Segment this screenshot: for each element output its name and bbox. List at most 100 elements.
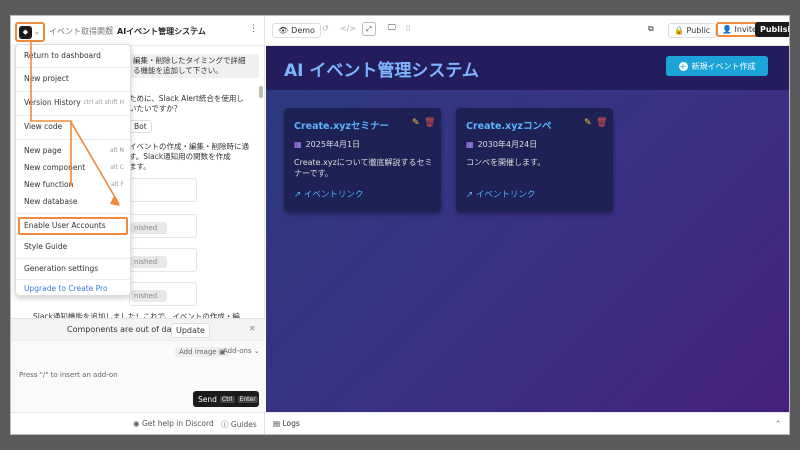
demo-toggle[interactable]: 👁 Demo [272,23,321,38]
menu-item-new-page[interactable]: New page alt N [24,145,124,157]
close-icon[interactable]: ✕ [249,324,256,333]
event-description: Create.xyzについて徹底解説するセミナーです。 [294,158,433,178]
menu-item-new-component[interactable]: New component alt C [24,162,124,174]
left-panel: ◆ ⌄ イベント取得関数 / 🗋 AIイベント管理システム ⌃ ⋮ 編集・削除し… [11,16,265,434]
task-box [129,178,197,202]
chevron-updown-icon[interactable]: ⌃ [189,25,196,34]
calendar-icon: ▦ [294,140,302,149]
update-button[interactable]: Update [171,323,210,338]
external-link-icon: ↗ [294,190,302,200]
logs-toggle[interactable]: ▤ Logs [273,419,300,428]
plus-icon: + [678,61,688,71]
menu-divider [16,139,130,140]
collaborators-icon[interactable]: ⧉ [648,24,654,34]
app-preview: AI イベント管理システム + 新規イベント作成 Create.xyzセミナー ✎… [266,46,789,412]
code-icon[interactable]: </> [340,24,356,33]
mobile-icon[interactable]: ▯ [406,23,410,32]
document-icon: 🗋 [107,26,114,35]
logo-icon: ◆ [19,25,32,39]
preview-panel: 👁 Demo ↺ </> ⤢ 🖵 ▯ ⧉ 🔒 Public 👤 Invite Pu… [266,16,789,412]
edit-icon[interactable]: ✎ [584,118,592,128]
new-event-button[interactable]: + 新規イベント作成 [666,56,768,76]
user-message: 編集・削除したタイミングで詳細 る機能を追加して下さい。 [129,54,259,78]
desktop-icon[interactable]: 🖵 [388,23,396,33]
bot-option-button[interactable]: Bot [129,120,152,133]
event-link[interactable]: ↗ イベントリンク [466,188,535,200]
menu-item-version-history[interactable]: Version History ctrl alt shift H [24,97,124,109]
public-label: Public [686,26,711,35]
calendar-icon: ▦ [466,140,474,149]
send-label: Send [198,394,217,404]
menu-item-style-guide[interactable]: Style Guide [24,241,124,253]
out-of-date-bar: Components are out of date Update ✕ [11,318,265,340]
menu-divider [16,213,130,214]
chevron-down-icon: ⌄ [253,347,260,355]
event-link[interactable]: ↗ イベントリンク [294,188,363,200]
new-event-label: 新規イベント作成 [691,61,756,71]
status-badge: nished [131,256,167,268]
menu-item-upgrade-pro[interactable]: Upgrade to Create Pro [24,283,124,295]
chevron-up-icon[interactable]: ⌃ [775,419,781,428]
assistant-message: イベントの作成・編集・削除時に通 す。Slack通知用の関数を作成 ます。 [129,142,249,171]
publish-button[interactable]: Publish [755,22,789,37]
send-button[interactable]: Send Ctrl Enter [193,391,259,407]
addons-dropdown[interactable]: Add-ons ⌄ [223,347,260,355]
message-input[interactable]: Press "/" to insert an add-on [19,371,118,379]
logs-icon: ▤ [273,419,281,428]
breadcrumb-separator: / [99,26,102,35]
project-topbar: ◆ ⌄ イベント取得関数 / 🗋 AIイベント管理システム ⌃ ⋮ [11,16,265,46]
discord-icon: ◉ [133,419,140,428]
menu-item-view-code[interactable]: View code [24,121,124,133]
more-options-icon[interactable]: ⋮ [249,24,258,34]
assistant-message: ために、Slack Alert統合を使用し いたいですか？ [129,94,244,113]
chevron-down-icon: ⌄ [34,28,40,36]
breadcrumb-parent[interactable]: イベント取得関数 [49,26,113,37]
eye-icon: 👁 [278,26,289,35]
event-card: Create.xyzコンペ ✎ 🗑 ▦ 2030年4月24日 コンペを開催します。… [456,108,613,212]
external-link-icon: ↗ [466,190,474,200]
menu-item-new-function[interactable]: New function alt F [24,179,124,191]
add-image-button[interactable]: Add image ▣ [175,347,230,357]
menu-divider [16,115,130,116]
kbd-enter: Enter [237,395,258,403]
event-description: コンペを開催します。 [466,158,546,167]
out-of-date-text: Components are out of date [67,325,180,334]
reset-icon[interactable]: ↺ [322,24,329,33]
addons-label: Add-ons [223,347,252,355]
public-button[interactable]: 🔒 Public [668,23,717,38]
trash-icon[interactable]: 🗑 [596,118,607,128]
menu-item-enable-user-accounts[interactable]: Enable User Accounts [18,217,128,235]
lock-icon: 🔒 [674,26,684,35]
trash-icon[interactable]: 🗑 [424,118,435,128]
expand-icon[interactable]: ⤢ [362,22,376,36]
preview-toolbar: 👁 Demo ↺ </> ⤢ 🖵 ▯ ⧉ 🔒 Public 👤 Invite Pu… [266,16,789,46]
edit-icon[interactable]: ✎ [412,118,420,128]
add-image-label: Add image [179,348,217,356]
menu-divider [16,279,130,280]
help-icon: ⓘ [221,420,229,429]
footer-bar: ◉ Get help in Discord ⓘ Guides ▤ Logs ⌃ [11,412,789,434]
menu-item-generation-settings[interactable]: Generation settings [24,263,124,275]
chat-scrollbar[interactable] [259,86,263,98]
app-header: AI イベント管理システム + 新規イベント作成 [266,46,789,90]
status-badge: nished [131,222,167,234]
invite-label: Invite [734,25,757,34]
menu-item-new-database[interactable]: New database [24,196,124,208]
menu-item-return-dashboard[interactable]: Return to dashboard [24,50,124,62]
event-date: ▦ 2030年4月24日 [466,140,538,149]
guides-link[interactable]: ⓘ Guides [221,419,257,430]
kbd-ctrl: Ctrl [219,395,235,403]
event-date: ▦ 2025年4月1日 [294,140,361,149]
status-badge: nished [131,290,167,302]
event-title: Create.xyzセミナー [294,121,389,132]
menu-divider [16,258,130,259]
project-menu: Return to dashboard New project Version … [15,44,131,296]
app-window: ◆ ⌄ イベント取得関数 / 🗋 AIイベント管理システム ⌃ ⋮ 編集・削除し… [10,15,790,435]
user-plus-icon: 👤 [722,25,732,34]
event-title: Create.xyzコンペ [466,121,552,132]
menu-divider [16,67,130,68]
menu-item-new-project[interactable]: New project [24,73,124,85]
demo-label: Demo [291,26,315,35]
project-menu-button[interactable]: ◆ ⌄ [15,22,45,42]
discord-help-link[interactable]: ◉ Get help in Discord [133,419,214,428]
